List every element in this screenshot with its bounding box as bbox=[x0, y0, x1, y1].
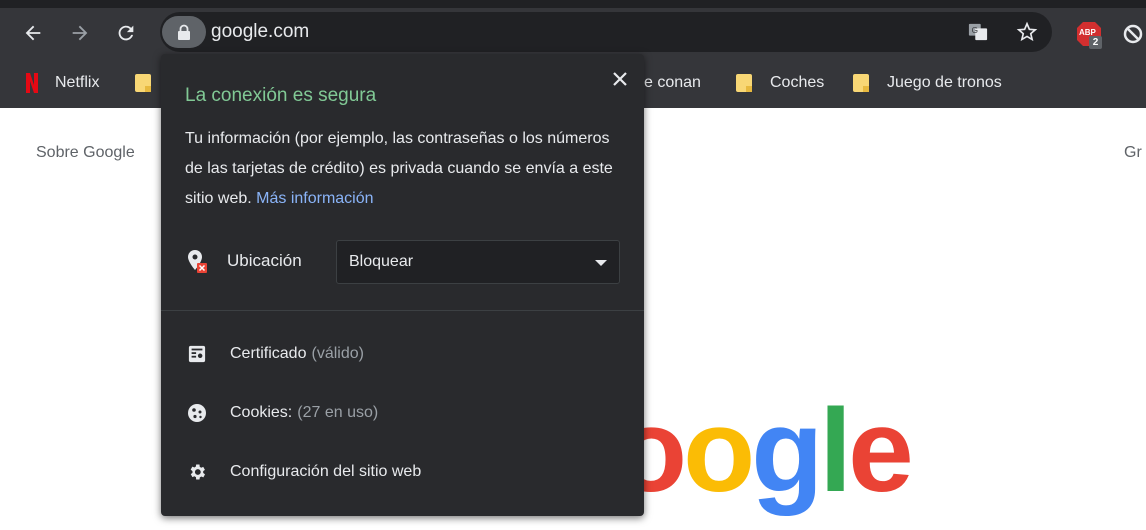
certificate-status: (válido) bbox=[311, 345, 364, 362]
cookies-label: Cookies: bbox=[230, 404, 293, 421]
bookmark-label: Juego de tronos bbox=[887, 74, 1002, 91]
bookmark-folder-coches[interactable]: Coches bbox=[736, 70, 824, 96]
reload-button[interactable] bbox=[111, 16, 141, 50]
bookmark-star-button[interactable] bbox=[1016, 21, 1038, 43]
translate-icon: G bbox=[968, 23, 988, 41]
location-permission-select[interactable]: Bloquear bbox=[336, 240, 620, 284]
back-button[interactable] bbox=[18, 16, 48, 50]
adblock-extension-button[interactable]: ABP 2 bbox=[1076, 21, 1102, 49]
site-settings-row[interactable]: Configuración del sitio web bbox=[185, 457, 625, 487]
bookmark-folder-conan[interactable]: e conan bbox=[644, 70, 701, 96]
netflix-icon bbox=[26, 73, 38, 93]
star-icon bbox=[1016, 21, 1038, 42]
bookmark-label: Coches bbox=[770, 74, 825, 91]
select-value: Bloquear bbox=[349, 253, 414, 270]
gmail-link[interactable]: Gr bbox=[1124, 144, 1142, 162]
bookmark-folder-juego-de-tronos[interactable]: Juego de tronos bbox=[853, 70, 1002, 96]
gear-icon bbox=[185, 460, 209, 484]
cookies-row[interactable]: Cookies: (27 en uso) bbox=[185, 398, 625, 428]
forward-button[interactable] bbox=[65, 16, 95, 50]
cookies-status: (27 en uso) bbox=[297, 404, 379, 421]
arrow-left-icon bbox=[25, 25, 41, 41]
logo-letter: l bbox=[819, 385, 852, 517]
description-text: Tu información (por ejemplo, las contras… bbox=[185, 130, 613, 207]
cookie-icon bbox=[185, 401, 209, 425]
folder-icon bbox=[135, 74, 151, 92]
window-frame bbox=[0, 0, 1146, 8]
bookmark-label: Netflix bbox=[55, 74, 100, 91]
chevron-down-icon bbox=[595, 260, 607, 266]
connection-description: Tu información (por ejemplo, las contras… bbox=[185, 124, 625, 214]
location-permission-row: Ubicación Bloquear bbox=[185, 240, 625, 284]
logo-letter: g bbox=[751, 385, 823, 517]
site-info-popup: La conexión es segura Tu información (po… bbox=[161, 54, 644, 516]
logo-letter: o bbox=[683, 385, 755, 517]
bookmark-label: e conan bbox=[644, 74, 701, 91]
extension-button[interactable] bbox=[1122, 23, 1144, 45]
lock-icon bbox=[178, 24, 190, 40]
folder-icon bbox=[736, 74, 752, 92]
certificate-row[interactable]: Certificado (válido) bbox=[185, 339, 625, 369]
divider bbox=[161, 310, 644, 311]
logo-letter: e bbox=[848, 385, 914, 517]
site-settings-label: Configuración del sitio web bbox=[230, 463, 422, 480]
about-google-link[interactable]: Sobre Google bbox=[36, 144, 135, 162]
location-blocked-icon bbox=[188, 250, 207, 273]
bookmark-netflix[interactable]: Netflix bbox=[25, 70, 99, 96]
close-button[interactable] bbox=[609, 68, 631, 90]
more-info-link[interactable]: Más información bbox=[256, 190, 373, 207]
certificate-icon bbox=[185, 342, 209, 366]
address-bar[interactable]: google.com G bbox=[160, 12, 1052, 52]
certificate-label: Certificado bbox=[230, 345, 307, 362]
connection-secure-title: La conexión es segura bbox=[185, 85, 377, 106]
browser-toolbar: google.com G ABP 2 bbox=[0, 8, 1146, 58]
close-icon bbox=[613, 72, 627, 86]
arrow-right-icon bbox=[72, 25, 88, 41]
google-logo: oogle bbox=[615, 385, 914, 517]
reload-icon bbox=[118, 25, 134, 41]
adblock-badge: 2 bbox=[1089, 36, 1102, 49]
svg-text:G: G bbox=[972, 26, 978, 35]
block-icon bbox=[1123, 24, 1143, 44]
location-label: Ubicación bbox=[227, 251, 302, 270]
folder-icon bbox=[853, 74, 869, 92]
site-info-button[interactable] bbox=[162, 16, 206, 48]
translate-button[interactable]: G bbox=[967, 21, 989, 43]
url-text[interactable]: google.com bbox=[211, 21, 309, 43]
